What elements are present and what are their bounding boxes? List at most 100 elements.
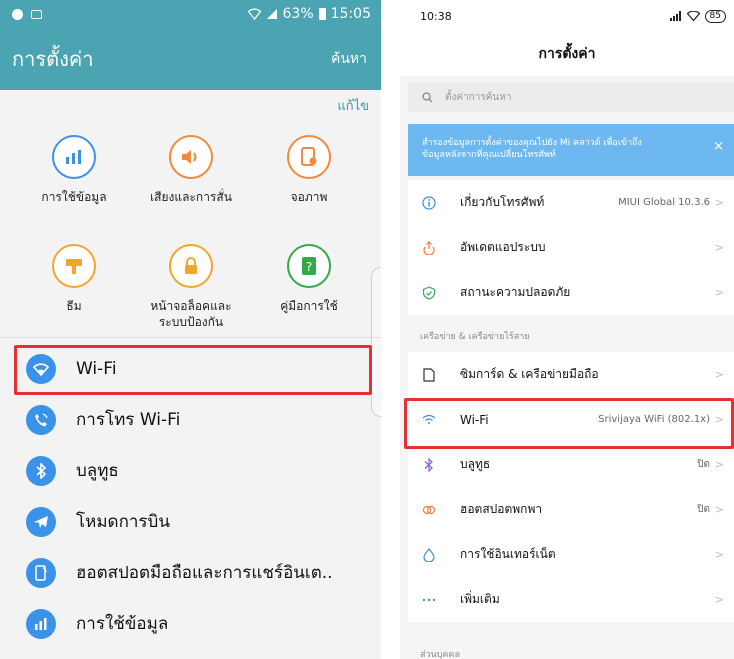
security-icon [420,284,438,302]
miui-settings-screen: 10:38 85 การตั้งค่า ตั้งค่าการค้นหา สำรอ… [400,0,734,659]
settings-group-network: ซิมการ์ด & เครือข่ายมือถือ > Wi-Fi Srivi… [408,352,734,622]
chevron-right-icon: > [714,368,724,381]
more-icon [420,591,438,609]
quick-item-label: หน้าจอล็อคและ ระบบป้องกัน [150,299,232,329]
quick-item-label: ธีม [66,299,82,313]
info-icon [420,194,438,212]
list-item-label: อัพเดตแอประบบ [460,240,546,254]
list-item-label: โหมดการบิน [76,512,170,532]
battery-icon [318,8,326,20]
manual-icon: ? [287,244,331,288]
app-bar: การตั้งค่า ค้นหา [0,28,381,90]
list-item-value: MIUI Global 10.3.6 [618,197,710,208]
wifi-signal-icon [686,11,700,21]
chevron-right-icon: > [714,548,724,561]
list-item-label: ฮอตสปอตพกพา [460,502,543,516]
search-icon [422,91,433,102]
quick-item-label: การใช้ข้อมูล [41,190,107,204]
bluetooth-icon [26,455,56,486]
banner-text: สำรองข้อมูลการตั้งค่าของคุณไปยัง Mi คลาว… [422,138,642,148]
wifi-calling-icon [26,404,56,435]
chevron-right-icon: > [714,458,724,471]
chevron-right-icon: > [714,286,724,299]
list-item-data-usage[interactable]: การใช้ข้อมูล [0,598,381,649]
cell-signal-icon [266,9,277,19]
status-time: 10:38 [420,9,452,23]
edit-row: แก้ไข [0,91,381,119]
svg-text:?: ? [306,260,312,274]
status-time: 15:05 [330,6,371,22]
page-title: การตั้งค่า [400,32,734,76]
hotspot-icon [26,557,56,588]
list-item-label: บลูทูธ [76,461,119,481]
list-item-system-update[interactable]: อัพเดตแอประบบ > [408,225,734,270]
sim-icon [420,366,438,384]
close-icon[interactable]: × [713,140,724,153]
list-item-airplane[interactable]: โหมดการบิน [0,496,381,547]
list-item-label: การใช้อินเทอร์เน็ต [460,547,556,561]
edit-button[interactable]: แก้ไข [337,95,369,116]
list-item-security-status[interactable]: สถานะความปลอดภัย > [408,270,734,315]
list-item-label: การใช้ข้อมูล [76,614,169,634]
list-item-label: การโทร Wi-Fi [76,410,181,430]
sound-icon [169,135,213,179]
status-bar: 10:38 85 [400,0,734,32]
list-item-bluetooth[interactable]: บลูทูธ [0,445,381,496]
list-item-label: ฮอตสปอตมือถือและการแชร์อินเต.. [76,563,333,583]
quick-item-label: คู่มือการใช้ [280,299,338,313]
chevron-right-icon: > [714,503,724,516]
data-icon [420,546,438,564]
wifi-signal-icon [247,8,261,20]
display-icon [287,135,331,179]
list-item-about-phone[interactable]: เกี่ยวกับโทรศัพท์ MIUI Global 10.3.6 > [408,180,734,225]
settings-group-system: เกี่ยวกับโทรศัพท์ MIUI Global 10.3.6 > อ… [408,180,734,315]
highlight-box [404,398,734,449]
hotspot-icon [420,501,438,519]
list-item-label: เพิ่มเติม [460,592,500,606]
chevron-right-icon: > [714,593,724,606]
list-item-value: ปิด [697,459,710,470]
section-header: เครือข่าย & เครือข่ายไร้สาย [408,322,734,350]
bluetooth-icon [420,456,438,474]
backup-banner[interactable]: สำรองข้อมูลการตั้งค่าของคุณไปยัง Mi คลาว… [408,124,734,176]
page-title: การตั้งค่า [12,47,94,71]
status-bar: 63% 15:05 [0,0,381,28]
search-placeholder: ตั้งค่าการค้นหา [445,91,512,103]
lock-icon [169,244,213,288]
quick-item-label: จอภาพ [290,190,328,204]
search-input[interactable]: ตั้งค่าการค้นหา [408,82,734,112]
search-button[interactable]: ค้นหา [331,48,367,70]
list-item-sim[interactable]: ซิมการ์ด & เครือข่ายมือถือ > [408,352,734,397]
battery-icon: 85 [704,9,726,23]
messenger-icon [12,8,23,20]
list-item-hotspot[interactable]: ฮอตสปอตพกพา ปิด > [408,487,734,532]
quick-item-sound[interactable]: เสียงและการสั่น [131,135,251,205]
banner-text: ข้อมูลหลังจากที่คุณเปลี่ยนโทรศัพท์ [422,150,556,160]
list-item-data-usage[interactable]: การใช้อินเทอร์เน็ต > [408,532,734,577]
list-item-wifi-calling[interactable]: การโทร Wi-Fi [0,394,381,445]
data-usage-icon [26,608,56,639]
battery-percent: 63% [282,6,314,22]
data-usage-icon [52,135,96,179]
gallery-icon [31,9,42,19]
airplane-icon [26,506,56,537]
list-item-label: บลูทูธ [460,457,491,471]
theme-icon [52,244,96,288]
list-item-label: ซิมการ์ด & เครือข่ายมือถือ [460,367,599,381]
update-icon [420,239,438,257]
quick-item-label: เสียงและการสั่น [150,190,232,204]
list-item-more[interactable]: เพิ่มเติม > [408,577,734,622]
quick-item-data-usage[interactable]: การใช้ข้อมูล [14,135,134,205]
list-item-label: สถานะความปลอดภัย [460,285,571,299]
quick-item-lock-screen[interactable]: หน้าจอล็อคและ ระบบป้องกัน [131,244,251,330]
section-header: ส่วนบุคคล [408,640,734,659]
highlight-box [14,345,372,395]
list-item-value: ปิด [697,504,710,515]
quick-item-theme[interactable]: ธีม [14,244,134,314]
chevron-right-icon: > [714,241,724,254]
cell-signal-icon [669,11,681,21]
quick-settings-grid: การใช้ข้อมูล เสียงและการสั่น จอภาพ ธีม ห… [0,119,381,417]
list-item-hotspot[interactable]: ฮอตสปอตมือถือและการแชร์อินเต.. [0,547,381,598]
quick-item-display[interactable]: จอภาพ [249,135,369,205]
quick-item-manual[interactable]: ? คู่มือการใช้ [249,244,369,314]
